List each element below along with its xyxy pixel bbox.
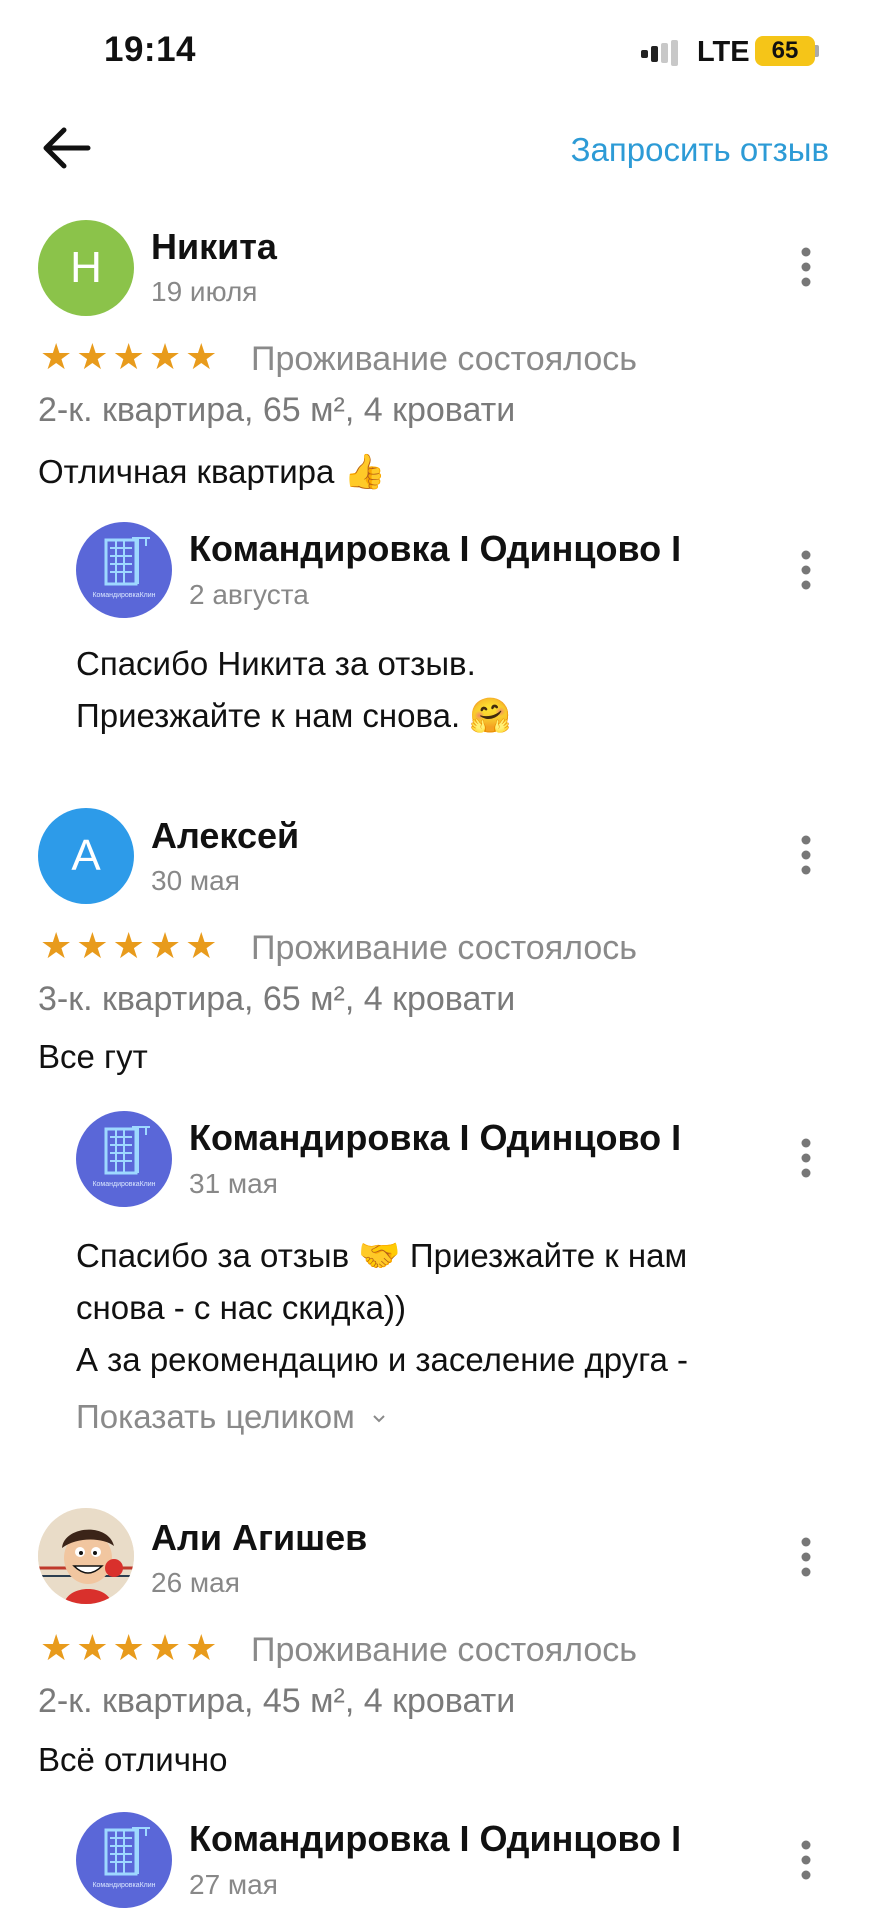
back-arrow-icon[interactable]: [42, 125, 92, 171]
more-options-icon[interactable]: [800, 835, 812, 875]
network-label: LTE: [697, 36, 750, 68]
reply-date: 31 мая: [189, 1168, 278, 1199]
reply-line: Спасибо за отзыв 🤝 Приезжайте к нам: [76, 1230, 688, 1282]
review-date: 26 мая: [151, 1567, 240, 1598]
reply-line-text: Спасибо за отзыв: [76, 1237, 350, 1274]
reviewer-name: Алексей: [151, 815, 300, 856]
reply-line: А за рекомендацию и заселение друга -: [76, 1341, 689, 1378]
review-date: 30 мая: [151, 865, 240, 896]
apartment-details: 2-к. квартира, 65 м², 4 кровати: [38, 391, 516, 429]
stay-status: Проживание состоялось: [251, 1631, 637, 1669]
reply-line-text: Приезжайте к нам снова.: [76, 697, 461, 734]
stay-status: Проживание состоялось: [251, 929, 637, 967]
handshake-icon: 🤝: [358, 1237, 401, 1275]
more-options-icon[interactable]: [800, 1138, 812, 1178]
reply-date: 27 мая: [189, 1869, 278, 1900]
show-more-link[interactable]: Показать целиком: [76, 1398, 386, 1436]
owner-logo: КомандировкаКлин: [76, 1812, 172, 1908]
owner-logo: КомандировкаКлин: [76, 522, 172, 618]
cartoon-avatar-icon: [38, 1508, 134, 1604]
rating-stars: ★★★★★: [40, 925, 222, 966]
review-text: Всё отлично: [38, 1741, 228, 1778]
more-options-icon[interactable]: [800, 550, 812, 590]
battery-cap: [815, 45, 819, 57]
owner-name: Командировка I Одинцово I: [189, 528, 682, 569]
owner-logo-caption: КомандировкаКлин: [92, 1181, 155, 1188]
reply-text: Спасибо Никита за отзыв. Приезжайте к на…: [76, 638, 512, 742]
reply-date: 2 августа: [189, 579, 309, 610]
avatar: [38, 1508, 134, 1604]
more-options-icon[interactable]: [800, 247, 812, 287]
request-review-link[interactable]: Запросить отзыв: [571, 131, 829, 169]
review-text-content: Отличная квартира: [38, 453, 335, 490]
review-text: Отличная квартира 👍: [38, 446, 386, 498]
apartment-details: 2-к. квартира, 45 м², 4 кровати: [38, 1682, 516, 1720]
rating-stars: ★★★★★: [40, 336, 222, 377]
owner-logo-caption: КомандировкаКлин: [92, 1882, 155, 1889]
reply-line: Спасибо Никита за отзыв.: [76, 645, 476, 682]
show-more-label: Показать целиком: [76, 1398, 355, 1435]
avatar: Н: [38, 220, 134, 316]
more-options-icon[interactable]: [800, 1840, 812, 1880]
review-text: Все гут: [38, 1038, 148, 1075]
reply-line: Приезжайте к нам снова. 🤗: [76, 690, 512, 742]
owner-logo-caption: КомандировкаКлин: [92, 592, 155, 599]
reviewer-name: Али Агишев: [151, 1517, 368, 1558]
reply-text: Спасибо за отзыв 🤝 Приезжайте к нам снов…: [76, 1230, 688, 1386]
stay-status: Проживание состоялось: [251, 340, 637, 378]
battery-indicator: 65: [755, 36, 815, 66]
building-icon: КомандировкаКлин: [92, 1827, 156, 1889]
owner-logo: КомандировкаКлин: [76, 1111, 172, 1207]
rating-stars: ★★★★★: [40, 1627, 222, 1668]
apartment-details: 3-к. квартира, 65 м², 4 кровати: [38, 980, 516, 1018]
building-icon: КомандировкаКлин: [92, 537, 156, 599]
signal-icon: [641, 40, 678, 66]
reply-line-text: Приезжайте к нам: [409, 1237, 688, 1274]
avatar: А: [38, 808, 134, 904]
building-icon: КомандировкаКлин: [92, 1126, 156, 1188]
thumbs-up-icon: 👍: [343, 453, 386, 491]
avatar-initial: Н: [70, 243, 102, 292]
review-date: 19 июля: [151, 276, 258, 307]
reviewer-name: Никита: [151, 226, 277, 267]
more-options-icon[interactable]: [800, 1537, 812, 1577]
owner-name: Командировка I Одинцово I: [189, 1818, 682, 1859]
hugging-face-icon: 🤗: [469, 697, 512, 735]
owner-name: Командировка I Одинцово I: [189, 1117, 682, 1158]
reply-line: снова - с нас скидка)): [76, 1289, 406, 1326]
chevron-down-icon: [373, 1415, 385, 1423]
avatar-initial: А: [71, 831, 101, 880]
status-time: 19:14: [104, 30, 197, 69]
